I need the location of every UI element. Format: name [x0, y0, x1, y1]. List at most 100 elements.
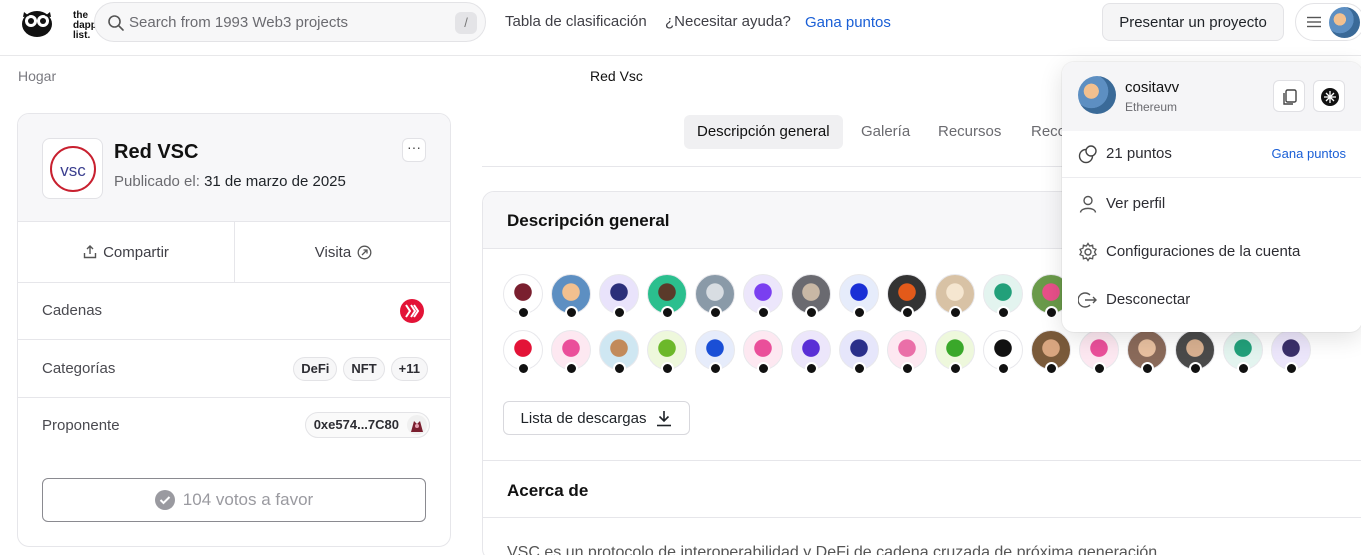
supporter-avatar[interactable] [647, 274, 687, 319]
dropdown-user-avatar [1078, 76, 1116, 114]
category-tag-nft[interactable]: NFT [343, 357, 385, 381]
nav-leaderboard-link[interactable]: Tabla de clasificación [505, 13, 647, 30]
wallet-connect-button[interactable] [1313, 80, 1345, 112]
action-row: Compartir Visita [18, 222, 450, 283]
search-bar[interactable]: / [94, 2, 486, 42]
tab-gallery[interactable]: Galería [848, 115, 923, 149]
hamburger-menu-icon [1307, 16, 1321, 28]
logo-wordmark: the dapp list. [73, 10, 97, 41]
menu-item-account-settings[interactable]: Configuraciones de la cuenta [1062, 230, 1361, 274]
nav-help-link[interactable]: ¿Necesitar ayuda? [665, 13, 791, 30]
visit-label: Visita [314, 243, 352, 261]
upvote-button[interactable]: 104 votos a favor [42, 478, 426, 522]
supporter-avatar[interactable] [1223, 330, 1263, 375]
supporter-avatar[interactable] [503, 330, 543, 375]
dropdown-username: cositavv [1125, 79, 1180, 96]
supporter-avatar[interactable] [599, 274, 639, 319]
supporter-avatar[interactable] [647, 330, 687, 375]
upvote-badge-icon [517, 362, 530, 375]
top-header: the dapp list. / Tabla de clasificación … [0, 0, 1361, 56]
supporter-avatar[interactable] [743, 330, 783, 375]
about-title: Acerca de [507, 481, 589, 500]
upvote-badge-icon [901, 362, 914, 375]
supporter-avatar[interactable] [983, 330, 1023, 375]
visit-button[interactable]: Visita [235, 222, 450, 282]
upvote-badge-icon [1189, 362, 1202, 375]
upvote-badge-icon [709, 362, 722, 375]
hive-chain-icon[interactable] [400, 299, 424, 323]
upvote-badge-icon [565, 362, 578, 375]
share-button[interactable]: Compartir [18, 222, 235, 282]
about-header: Acerca de [483, 460, 1361, 518]
copy-address-button[interactable] [1273, 80, 1305, 112]
upvote-badge-icon [661, 306, 674, 319]
more-options-button[interactable]: ··· [402, 138, 426, 162]
proposer-row: Proponente 0xe574...7C80 [18, 398, 450, 455]
breadcrumb-home-link[interactable]: Hogar [18, 68, 56, 84]
supporter-avatar[interactable] [551, 330, 591, 375]
menu-item-disconnect[interactable]: Desconectar [1062, 278, 1361, 322]
supporter-avatar[interactable] [935, 330, 975, 375]
upvote-badge-icon [757, 306, 770, 319]
supporter-avatar[interactable] [887, 274, 927, 319]
proposer-label: Proponente [42, 417, 120, 434]
account-dropdown-menu: cositavv Ethereum 21 puntos Gana puntos [1062, 62, 1361, 332]
supporter-avatar[interactable] [935, 274, 975, 319]
logout-icon [1078, 292, 1097, 308]
supporter-avatar[interactable] [1079, 330, 1119, 375]
supporter-avatar[interactable] [839, 274, 879, 319]
supporter-avatar[interactable] [599, 330, 639, 375]
category-tag-more[interactable]: +11 [390, 357, 428, 381]
gear-icon [1079, 242, 1097, 262]
share-icon [83, 245, 97, 259]
account-menu-toggle[interactable] [1295, 3, 1361, 41]
search-shortcut-badge: / [455, 12, 477, 34]
search-input[interactable] [129, 11, 439, 33]
copy-icon [1283, 89, 1297, 105]
network-icon [1321, 88, 1339, 106]
supporter-avatar[interactable] [503, 274, 543, 319]
proposer-address-chip[interactable]: 0xe574...7C80 [304, 412, 430, 438]
project-name: Red VSC [114, 141, 199, 163]
download-icon [657, 410, 672, 426]
upvote-badge-icon [517, 306, 530, 319]
points-count: 21 puntos [1106, 145, 1172, 162]
earn-points-link[interactable]: Gana puntos [1272, 146, 1346, 161]
supporter-avatar[interactable] [1271, 330, 1311, 375]
project-summary-card: vsc Red VSC Publicado el: 31 de marzo de… [17, 113, 451, 547]
dapplist-logo[interactable]: the dapp list. [20, 6, 97, 42]
download-list-button[interactable]: Lista de descargas [503, 401, 690, 435]
supporter-avatar[interactable] [791, 330, 831, 375]
supporter-avatar[interactable] [695, 330, 735, 375]
category-tag-defi[interactable]: DeFi [293, 357, 338, 381]
vsc-logo-icon: vsc [50, 146, 96, 192]
upvote-badge-icon [949, 362, 962, 375]
section-tabs: Descripción general Galería Recursos Rec… [482, 112, 1082, 167]
submit-project-button[interactable]: Presentar un proyecto [1102, 3, 1284, 41]
proposer-address: 0xe574...7C80 [313, 417, 399, 432]
tab-resources[interactable]: Recursos [925, 115, 1014, 149]
supporter-avatar[interactable] [743, 274, 783, 319]
supporter-avatar[interactable] [1127, 330, 1167, 375]
supporter-avatar[interactable] [695, 274, 735, 319]
supporter-avatar[interactable] [1175, 330, 1215, 375]
upvote-badge-icon [565, 306, 578, 319]
upvote-badge-icon [1285, 362, 1298, 375]
user-icon [1079, 195, 1097, 213]
supporter-avatar[interactable] [983, 274, 1023, 319]
about-description: VSC es un protocolo de interoperabilidad… [507, 544, 1158, 555]
menu-item-view-profile[interactable]: Ver perfil [1062, 182, 1361, 226]
menu-item-label: Ver perfil [1106, 195, 1166, 212]
supporter-avatar[interactable] [839, 330, 879, 375]
chains-label: Cadenas [42, 302, 103, 319]
project-published: Publicado el: 31 de marzo de 2025 [114, 173, 346, 190]
supporter-avatar[interactable] [791, 274, 831, 319]
nav-earn-points-link[interactable]: Gana puntos [805, 14, 891, 31]
supporter-avatar[interactable] [887, 330, 927, 375]
tab-overview[interactable]: Descripción general [684, 115, 843, 149]
user-avatar [1329, 7, 1360, 38]
external-link-icon [357, 245, 372, 259]
supporter-avatar[interactable] [1031, 330, 1071, 375]
supporter-avatar[interactable] [551, 274, 591, 319]
menu-item-label: Desconectar [1106, 291, 1191, 308]
